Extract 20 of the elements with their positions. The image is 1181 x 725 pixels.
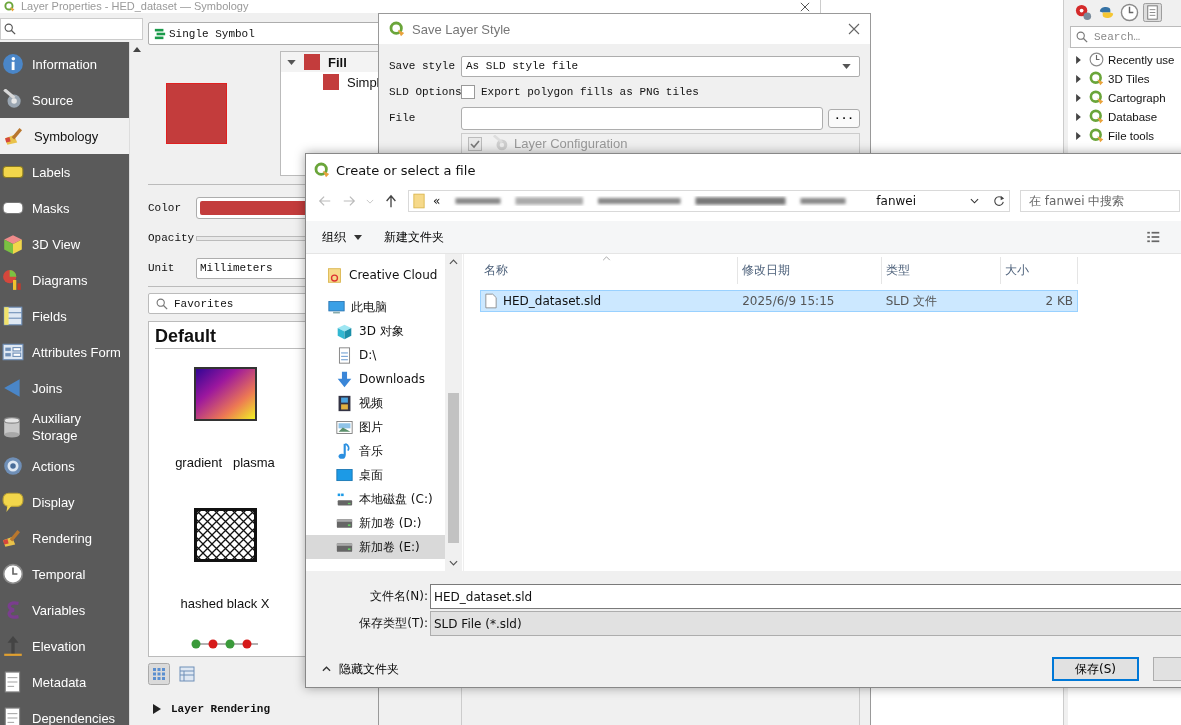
table-cell-text: 2 KB: [1044, 294, 1074, 308]
field-label: Unit: [148, 262, 176, 274]
field-label: File: [389, 112, 417, 124]
symbol-name: hashed black X: [180, 596, 270, 611]
window-title: Layer Properties - HED_dataset — Symbology: [21, 0, 249, 13]
file-name: HED_dataset.sld: [503, 294, 602, 308]
field-label: 保存类型(T):: [358, 615, 429, 632]
dialog-title: Save Layer Style: [412, 21, 511, 37]
field-label: Save style: [389, 60, 456, 72]
breadcrumb-separator: «: [433, 194, 441, 208]
table-cell-text: 2025/6/9 15:15: [741, 294, 836, 308]
dialog-title: Create or select a file: [336, 162, 476, 178]
field-label: Opacity: [148, 232, 196, 244]
field-label: Color: [148, 202, 182, 214]
symbol-name: gradient plasma: [175, 455, 275, 470]
table-cell-text: SLD 文件: [884, 292, 938, 310]
checkbox-label: Export polygon fills as PNG tiles: [481, 86, 699, 98]
field-label: SLD Options: [389, 86, 461, 98]
group-title: Layer Configuration: [514, 137, 628, 151]
field-label: 文件名(N):: [368, 588, 429, 605]
